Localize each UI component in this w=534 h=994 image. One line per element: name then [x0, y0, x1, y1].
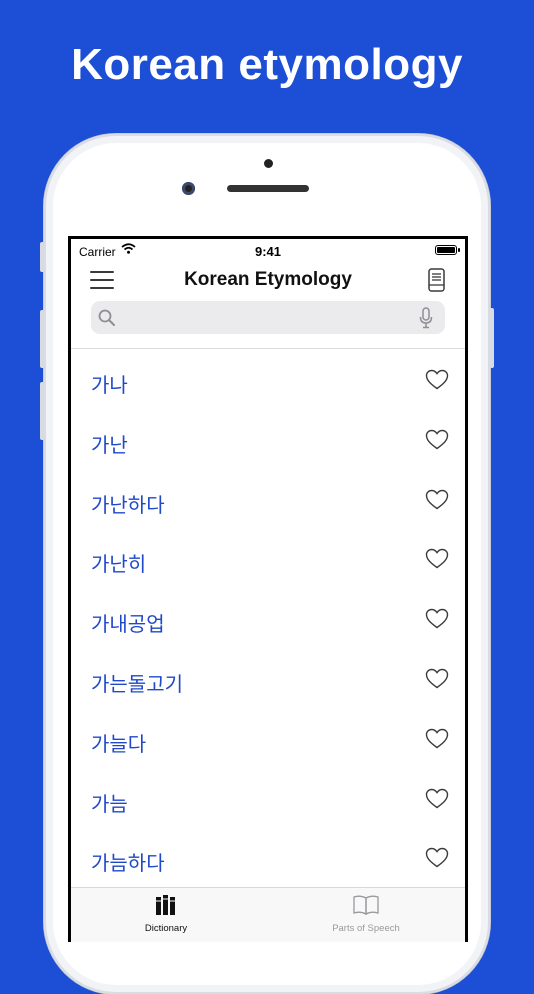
tab-dictionary-label: Dictionary — [144, 923, 188, 934]
list-item[interactable]: 가난하다 — [71, 469, 465, 529]
list-item[interactable]: 가난 — [71, 409, 465, 469]
list-item[interactable]: 가늠 — [71, 768, 465, 828]
favorite-heart-icon[interactable] — [425, 489, 449, 515]
mute-switch — [40, 242, 45, 272]
power-button — [489, 308, 494, 368]
word-label: 가내공업 — [91, 612, 165, 637]
favorite-heart-icon[interactable] — [425, 728, 449, 754]
list-item[interactable]: 가내공업 — [71, 588, 465, 648]
word-label: 가늠하다 — [91, 851, 165, 876]
favorite-heart-icon[interactable] — [425, 788, 449, 814]
list-item[interactable]: 가늠하다 — [71, 827, 465, 887]
camera-icon — [182, 182, 195, 195]
status-bar: Carrier 9:41 — [71, 239, 465, 263]
microphone-icon[interactable] — [419, 307, 433, 334]
tab-parts-of-speech-label: Parts of Speech — [332, 923, 400, 934]
list-item[interactable]: 가는돌고기 — [71, 648, 465, 708]
app-screen: Carrier 9:41 Korean Etymology 가나 가난 가난하다… — [68, 236, 468, 942]
search-input[interactable] — [123, 301, 415, 334]
word-label: 가늘다 — [91, 731, 147, 756]
favorite-heart-icon[interactable] — [425, 847, 449, 873]
tab-parts-of-speech[interactable]: Parts of Speech — [271, 894, 461, 934]
navigation-bar: Korean Etymology — [71, 263, 465, 301]
volume-up-button — [40, 310, 45, 368]
volume-down-button — [40, 382, 45, 440]
books-icon — [155, 895, 177, 920]
favorite-heart-icon[interactable] — [425, 668, 449, 694]
word-list: 가나가난가난하다가난히가내공업가는돌고기가늘다가늠가늠하다 — [71, 349, 465, 887]
list-item[interactable]: 가난히 — [71, 528, 465, 588]
tab-bar: Dictionary Parts of Speech — [71, 887, 465, 942]
page-title: Korean Etymology — [184, 269, 352, 290]
list-item[interactable]: 가늘다 — [71, 708, 465, 768]
word-label: 가난히 — [91, 552, 147, 577]
tab-dictionary[interactable]: Dictionary — [71, 894, 261, 934]
favorite-heart-icon[interactable] — [425, 369, 449, 395]
search-icon — [98, 309, 116, 332]
speaker-grille — [227, 185, 309, 192]
search-bar[interactable] — [91, 301, 445, 334]
clock: 9:41 — [254, 244, 282, 259]
list-item[interactable]: 가나 — [71, 349, 465, 409]
open-book-icon — [353, 895, 379, 920]
word-label: 가난하다 — [91, 492, 165, 517]
favorite-heart-icon[interactable] — [425, 608, 449, 634]
word-label: 가난 — [91, 432, 128, 457]
headline: Korean etymology — [71, 40, 463, 89]
favorite-heart-icon[interactable] — [425, 548, 449, 574]
battery-icon — [435, 245, 460, 255]
word-label: 가는돌고기 — [91, 671, 183, 696]
favorite-heart-icon[interactable] — [425, 429, 449, 455]
device-bookmark-icon[interactable] — [428, 268, 445, 297]
word-label: 가나 — [91, 373, 128, 397]
word-label: 가늠 — [91, 791, 128, 816]
sensor-dot — [264, 159, 273, 168]
